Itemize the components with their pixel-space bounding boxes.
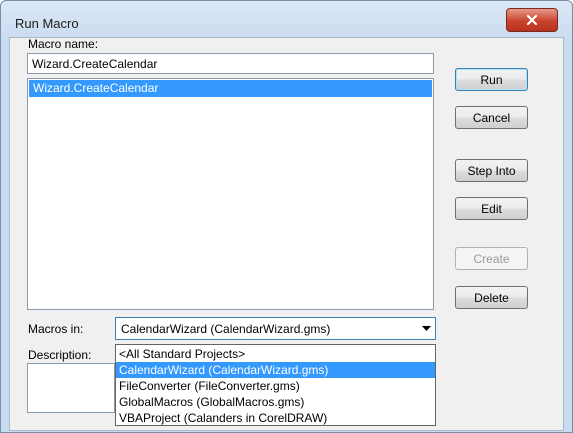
macros-in-select[interactable]: CalendarWizard (CalendarWizard.gms) (115, 317, 436, 340)
macros-in-label: Macros in: (28, 322, 84, 336)
close-button[interactable] (506, 8, 558, 32)
dropdown-arrow-icon[interactable] (417, 318, 435, 339)
edit-button[interactable]: Edit (455, 197, 528, 220)
macro-name-input[interactable]: Wizard.CreateCalendar (27, 53, 434, 74)
run-macro-dialog: Run Macro Macro name: Wizard.CreateCalen… (0, 0, 573, 433)
create-button[interactable]: Create (455, 247, 528, 270)
list-item[interactable]: Wizard.CreateCalendar (29, 80, 432, 97)
close-icon (526, 14, 538, 26)
dropdown-option[interactable]: CalendarWizard (CalendarWizard.gms) (116, 362, 435, 378)
run-button[interactable]: Run (455, 68, 528, 91)
description-label: Description: (28, 348, 92, 362)
dropdown-option[interactable]: GlobalMacros (GlobalMacros.gms) (116, 394, 435, 410)
cancel-button[interactable]: Cancel (455, 106, 528, 129)
dropdown-option[interactable]: <All Standard Projects> (116, 346, 435, 362)
delete-button[interactable]: Delete (455, 286, 528, 309)
macro-list[interactable]: Wizard.CreateCalendar (27, 78, 434, 310)
dropdown-option[interactable]: VBAProject (Calanders in CorelDRAW) (116, 410, 435, 426)
description-box (27, 363, 115, 413)
macros-in-selected-value: CalendarWizard (CalendarWizard.gms) (121, 322, 331, 336)
window-title: Run Macro (15, 16, 79, 31)
dropdown-option[interactable]: FileConverter (FileConverter.gms) (116, 378, 435, 394)
step-into-button[interactable]: Step Into (455, 159, 528, 182)
title-bar[interactable]: Run Macro (1, 1, 572, 37)
macro-name-label: Macro name: (28, 37, 99, 51)
macros-in-dropdown-list[interactable]: <All Standard Projects> CalendarWizard (… (115, 344, 436, 426)
